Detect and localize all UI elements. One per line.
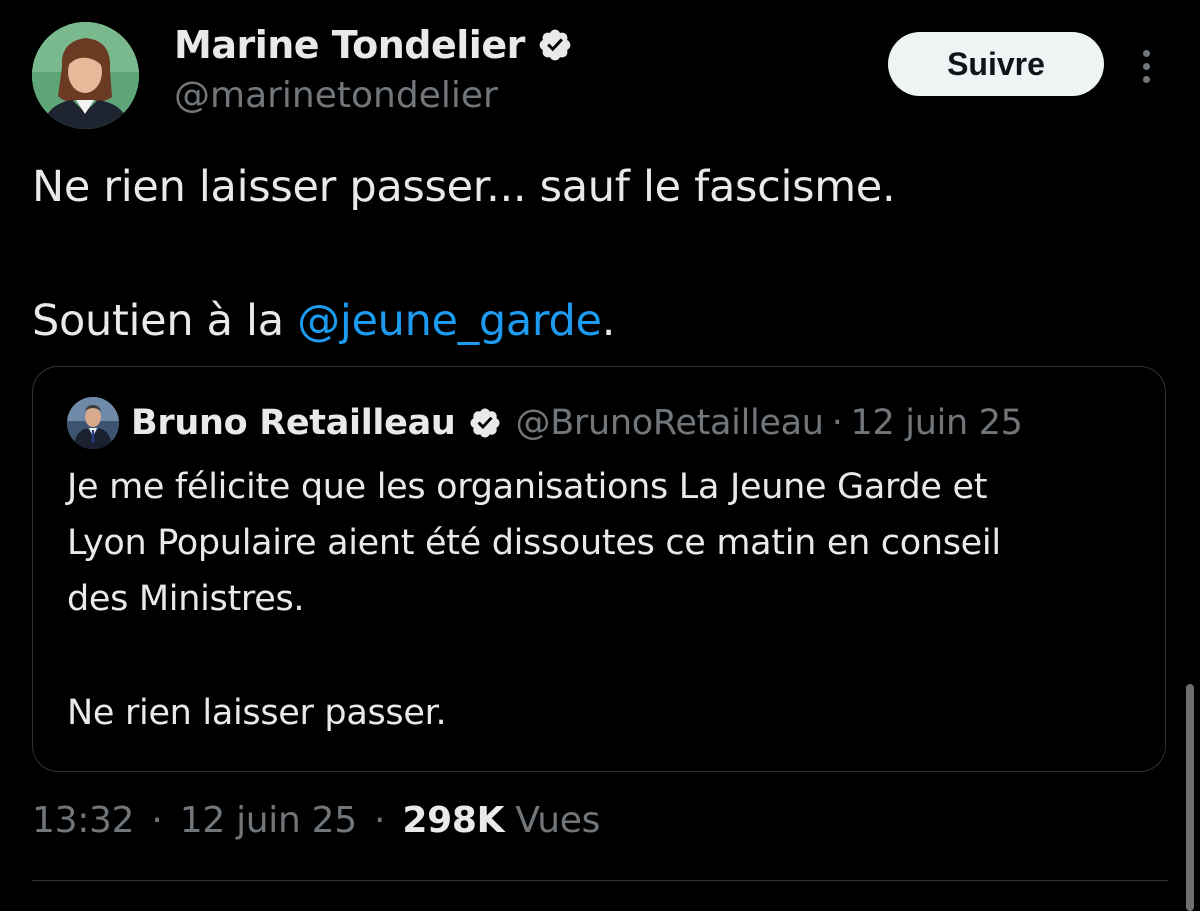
tweet-text-line-1: Ne rien laisser passer... sauf le fascis…	[32, 162, 896, 212]
mention-link[interactable]: @jeune_garde	[297, 296, 602, 346]
quoted-tweet-card[interactable]: Bruno Retailleau @BrunoRetailleau · 12 j…	[32, 366, 1166, 772]
author-handle[interactable]: @marinetondelier	[174, 75, 498, 116]
quoted-meta-separator: ·	[831, 403, 843, 443]
tweet-text-prefix: Soutien à la	[32, 296, 298, 346]
quoted-author-handle[interactable]: @BrunoRetailleau	[516, 403, 824, 443]
tweet-text-line-2: Soutien à la @jeune_garde.	[32, 296, 615, 346]
quoted-tweet-text-line: Ne rien laisser passer.	[67, 693, 447, 733]
author-name[interactable]: Marine Tondelier	[174, 23, 525, 67]
quoted-tweet-text-line: des Ministres.	[67, 579, 305, 619]
author-name-row: Marine Tondelier	[174, 20, 573, 70]
quoted-tweet-text-line: Je me félicite que les organisations La …	[67, 467, 988, 507]
tweet-meta-row: 13:32 · 12 juin 25 · 298K Vues	[32, 800, 600, 841]
meta-separator: ·	[151, 800, 163, 841]
quoted-author-avatar[interactable]	[67, 397, 119, 449]
quoted-author-name[interactable]: Bruno Retailleau	[131, 403, 456, 443]
tweet-text-suffix: .	[601, 296, 616, 346]
more-dot	[1142, 75, 1150, 83]
quoted-tweet-text-line: Lyon Populaire aient été dissoutes ce ma…	[67, 523, 1001, 563]
follow-button[interactable]: Suivre	[888, 32, 1104, 96]
views-count[interactable]: 298K	[402, 800, 504, 841]
verified-badge-icon[interactable]	[468, 406, 502, 440]
more-dot	[1142, 62, 1150, 70]
verified-badge-icon[interactable]	[537, 27, 573, 63]
divider	[32, 880, 1168, 881]
quoted-tweet-date[interactable]: 12 juin 25	[851, 403, 1023, 443]
more-vertical-icon[interactable]	[1130, 44, 1162, 88]
scrollbar-thumb[interactable]	[1186, 684, 1194, 911]
quoted-tweet-header: Bruno Retailleau @BrunoRetailleau · 12 j…	[131, 397, 1023, 449]
meta-separator: ·	[374, 800, 386, 841]
views-label: Vues	[515, 800, 601, 841]
user-avatar-image	[32, 22, 139, 129]
author-avatar[interactable]	[32, 22, 139, 129]
user-avatar-image	[67, 397, 119, 449]
more-dot	[1142, 49, 1150, 57]
tweet-time[interactable]: 13:32	[32, 800, 135, 841]
tweet-date[interactable]: 12 juin 25	[180, 800, 357, 841]
